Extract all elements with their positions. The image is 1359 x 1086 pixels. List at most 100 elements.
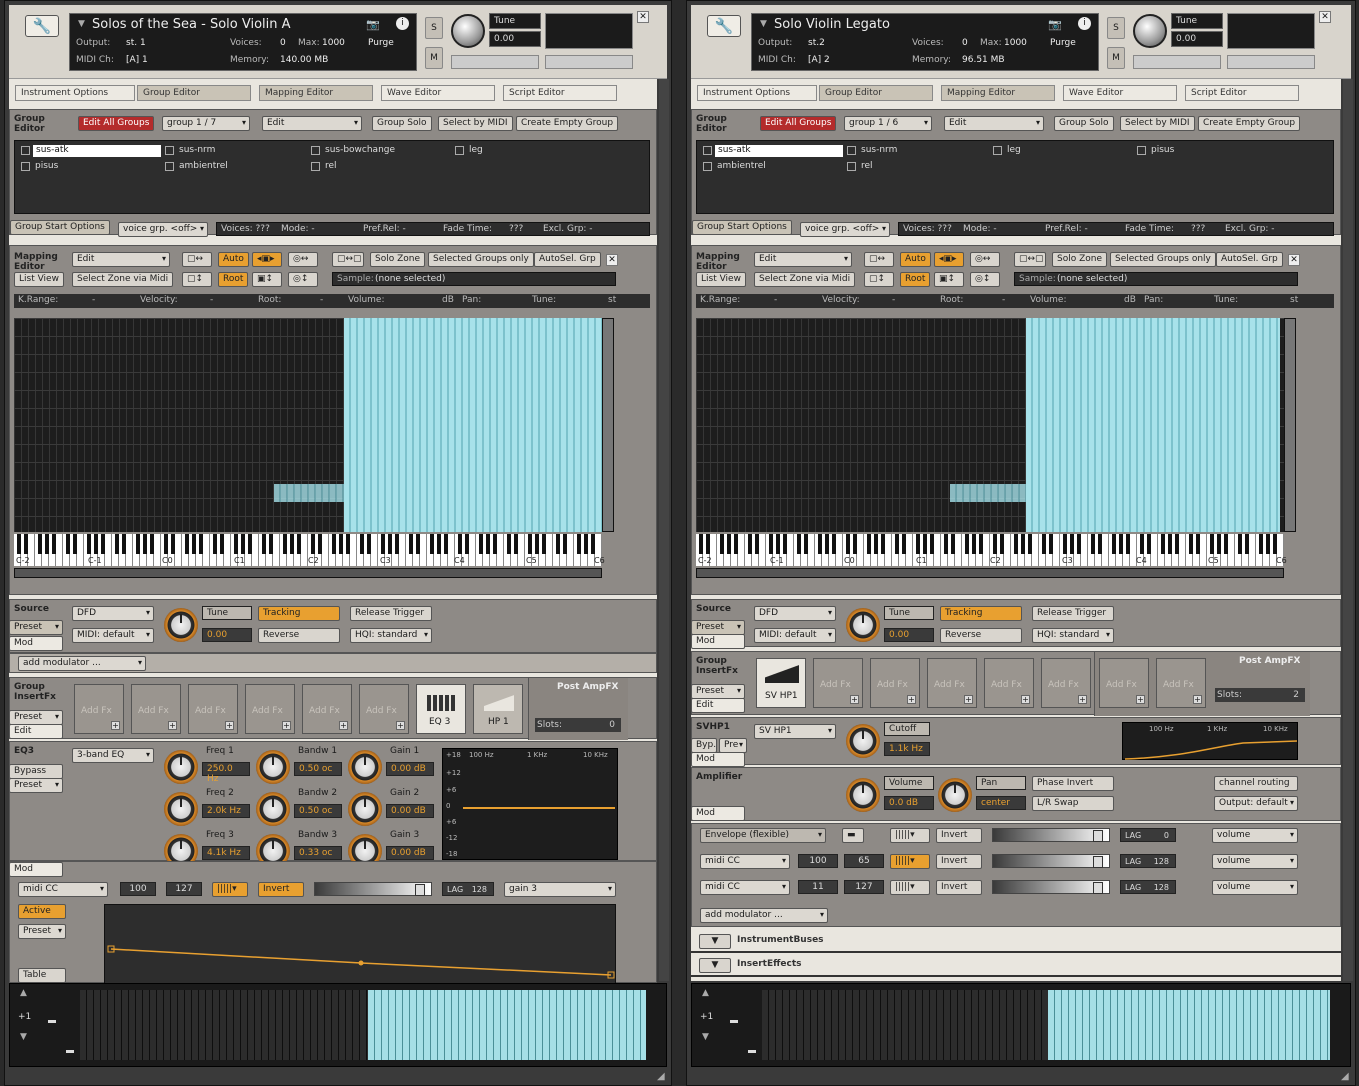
lag-value[interactable]: 128 bbox=[1154, 883, 1169, 892]
select-zone-midi-button[interactable]: Select Zone via Midi bbox=[754, 272, 856, 287]
mod-source-select[interactable]: midi CC bbox=[700, 880, 790, 895]
autosel-group-button[interactable]: AutoSel. Grp bbox=[1216, 252, 1283, 267]
tab-script-editor[interactable]: Script Editor bbox=[503, 85, 617, 101]
instrument-buses-row[interactable]: ▼ InstrumentBuses bbox=[691, 931, 1341, 953]
mod-curve-icon[interactable]: |||||▾ bbox=[890, 880, 930, 895]
wrench-icon[interactable]: 🔧 bbox=[707, 15, 741, 37]
group-item[interactable]: rel bbox=[325, 161, 337, 171]
excl-group-param[interactable]: Excl. Grp: - bbox=[543, 224, 593, 234]
velocity-value[interactable]: - bbox=[210, 295, 213, 305]
pre-post-select[interactable]: Pre bbox=[719, 738, 747, 753]
mod-tab[interactable]: Mod bbox=[691, 806, 745, 821]
mod-target-select[interactable]: volume bbox=[1212, 854, 1298, 869]
tune-value[interactable]: 0.00 bbox=[489, 31, 541, 47]
resize-icon[interactable]: ◢ bbox=[1341, 1071, 1353, 1083]
group-item[interactable]: pisus bbox=[1151, 145, 1174, 155]
collapse-icon[interactable]: ▼ bbox=[760, 19, 767, 29]
mapping-keyboard[interactable]: C-2 C-1 C0 C1 C2 C3 C4 C5 C6 bbox=[696, 534, 1287, 566]
tab-instrument-options[interactable]: Instrument Options bbox=[697, 85, 817, 101]
freq1-knob[interactable] bbox=[164, 750, 198, 784]
volume-value[interactable]: 0.0 dB bbox=[884, 796, 934, 810]
close-icon[interactable]: ✕ bbox=[637, 11, 649, 23]
zone-tool-icon[interactable]: ▣↕ bbox=[252, 272, 282, 287]
group-checkbox[interactable] bbox=[311, 162, 320, 171]
group-start-options-tab[interactable]: Group Start Options bbox=[10, 220, 110, 235]
cutoff-knob[interactable] bbox=[846, 724, 880, 758]
selected-groups-only-button[interactable]: Selected Groups only bbox=[1110, 252, 1216, 267]
root-button[interactable]: Root bbox=[218, 272, 249, 287]
group-checkbox[interactable] bbox=[847, 146, 856, 155]
edit-tab[interactable]: Edit bbox=[691, 698, 745, 713]
preset-menu[interactable]: Preset bbox=[9, 778, 63, 793]
group-item[interactable]: pisus bbox=[35, 161, 58, 171]
mute-button[interactable]: M bbox=[425, 47, 443, 69]
phase-invert-button[interactable]: Phase Invert bbox=[1032, 776, 1114, 791]
channel-routing-button[interactable]: channel routing bbox=[1214, 776, 1298, 791]
group-item[interactable]: leg bbox=[469, 145, 483, 155]
wrench-icon[interactable]: 🔧 bbox=[25, 15, 59, 37]
hp1-slot[interactable]: HP 1 bbox=[473, 684, 523, 734]
mod-target-select[interactable]: gain 3 bbox=[504, 882, 616, 897]
group-item[interactable]: ambientrel bbox=[179, 161, 228, 171]
lag-value[interactable]: 128 bbox=[472, 885, 487, 894]
active-button[interactable]: Active bbox=[18, 904, 66, 919]
mod-tab[interactable]: Mod bbox=[691, 634, 745, 649]
invert-button[interactable]: Invert bbox=[936, 854, 982, 869]
mod-amount-slider[interactable] bbox=[992, 880, 1110, 894]
mod-value-1[interactable]: 11 bbox=[798, 880, 838, 894]
bypass-button[interactable]: Byp. bbox=[691, 738, 717, 753]
info-icon[interactable]: i bbox=[1078, 17, 1091, 30]
voices-param[interactable]: Voices: ??? bbox=[221, 224, 270, 234]
output-value[interactable]: st. 1 bbox=[126, 38, 146, 48]
zone-tool-icon[interactable]: ◎↕ bbox=[288, 272, 318, 287]
tracking-button[interactable]: Tracking bbox=[258, 606, 340, 621]
lag-box[interactable]: LAG 0 bbox=[1120, 828, 1176, 842]
group-checkbox[interactable] bbox=[455, 146, 464, 155]
purge-button[interactable]: Purge bbox=[368, 38, 394, 48]
zone-tool-icon[interactable]: ◂▣▸ bbox=[252, 252, 282, 267]
create-empty-group-button[interactable]: Create Empty Group bbox=[516, 116, 619, 131]
zone-link-icon[interactable]: ▢↔▢ bbox=[1014, 252, 1046, 267]
fx-slot[interactable]: Add Fx + bbox=[984, 658, 1034, 708]
mod-value-1[interactable]: 100 bbox=[798, 854, 838, 868]
pan-slider[interactable] bbox=[451, 55, 539, 69]
mod-source-select[interactable]: midi CC bbox=[18, 882, 108, 897]
mod-curve-icon[interactable]: |||||▾ bbox=[212, 882, 248, 897]
octave-down-icon[interactable]: ▼ bbox=[20, 1032, 27, 1042]
instrument-title[interactable]: Solo Violin Legato bbox=[774, 17, 890, 32]
mod-table-editor[interactable] bbox=[104, 904, 616, 984]
mapped-zones-ramp[interactable] bbox=[950, 484, 1026, 502]
group-checkbox[interactable] bbox=[165, 162, 174, 171]
midi-value[interactable]: [A] 2 bbox=[808, 55, 830, 65]
select-by-midi-button[interactable]: Select by MIDI bbox=[1120, 116, 1195, 131]
voice-group-select[interactable]: voice grp. <off> bbox=[118, 222, 208, 237]
filter-response-graph[interactable]: 100 Hz 1 KHz 10 KHz bbox=[1122, 722, 1298, 760]
mod-value-2[interactable]: 127 bbox=[844, 880, 884, 894]
hqi-select[interactable]: HQI: standard bbox=[350, 628, 432, 643]
fx-slot[interactable]: Add Fx + bbox=[813, 658, 863, 708]
purge-button[interactable]: Purge bbox=[1050, 38, 1076, 48]
instrument-title[interactable]: Solos of the Sea - Solo Violin A bbox=[92, 17, 291, 32]
lag-box[interactable]: LAG 128 bbox=[442, 882, 494, 896]
octave-up-icon[interactable]: ▲ bbox=[702, 988, 709, 998]
source-mode-select[interactable]: DFD bbox=[72, 606, 154, 621]
info-icon[interactable]: i bbox=[396, 17, 409, 30]
group-checkbox[interactable] bbox=[1137, 146, 1146, 155]
group-checkbox[interactable] bbox=[311, 146, 320, 155]
freq2-value[interactable]: 2.0k Hz bbox=[202, 804, 250, 818]
resize-icon[interactable]: ◢ bbox=[657, 1071, 669, 1083]
slots-value[interactable]: 2 bbox=[1293, 690, 1299, 700]
preset-menu[interactable]: Preset bbox=[691, 684, 745, 699]
group-checkbox[interactable] bbox=[21, 162, 30, 171]
mapping-grid[interactable] bbox=[14, 318, 602, 532]
invert-button[interactable]: Invert bbox=[258, 882, 304, 897]
horizontal-scrollbar[interactable] bbox=[696, 568, 1284, 578]
release-trigger-button[interactable]: Release Trigger bbox=[1032, 606, 1114, 621]
tab-group-editor[interactable]: Group Editor bbox=[137, 85, 251, 101]
zone-tool-icon[interactable]: ▢↔ bbox=[182, 252, 212, 267]
max-value[interactable]: 1000 bbox=[1004, 38, 1027, 48]
pan-slider[interactable] bbox=[1133, 55, 1221, 69]
pref-rel-param[interactable]: Pref.Rel: - bbox=[1045, 224, 1088, 234]
midi-value[interactable]: [A] 1 bbox=[126, 55, 148, 65]
source-mode-select[interactable]: DFD bbox=[754, 606, 836, 621]
